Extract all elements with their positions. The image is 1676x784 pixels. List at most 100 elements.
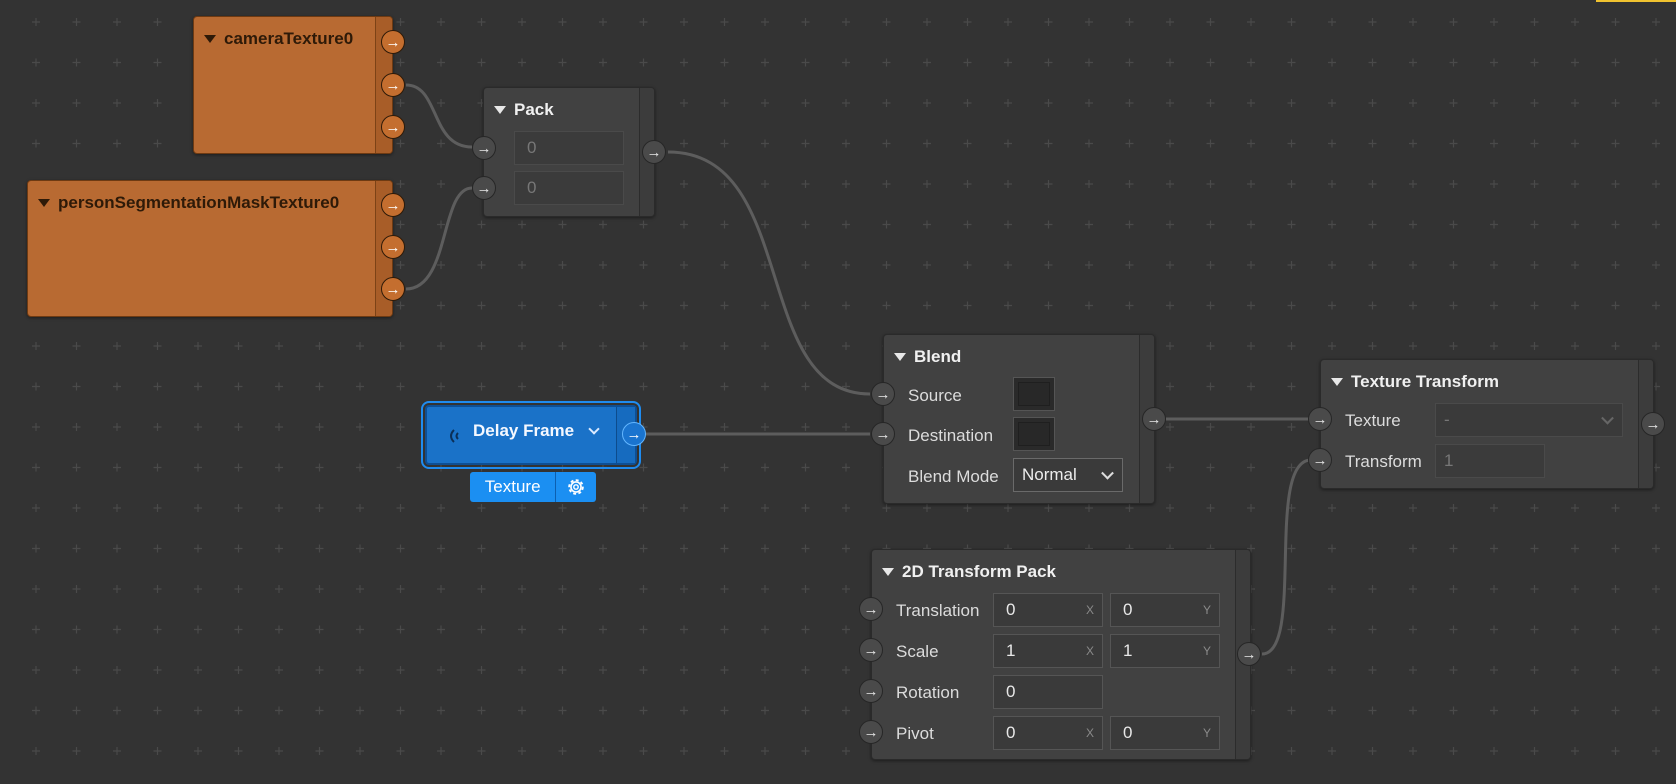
dropdown-value: Normal [1022, 465, 1077, 484]
translation-input-port[interactable]: → [859, 597, 883, 621]
gear-icon[interactable] [556, 472, 596, 502]
node-title: Blend [914, 347, 962, 366]
texture-transform-transform-port[interactable]: → [1308, 448, 1332, 472]
blend-source-port[interactable]: → [871, 382, 895, 406]
node-header[interactable]: Pack [494, 100, 554, 120]
person-segmentation-output-port-3[interactable]: → [381, 277, 405, 301]
blend-mode-dropdown[interactable]: Normal [1013, 458, 1123, 492]
pivot-input-port[interactable]: → [859, 720, 883, 744]
field-value: 1 [1444, 451, 1454, 470]
pivot-label: Pivot [896, 724, 934, 743]
signal-icon [450, 429, 459, 443]
node-header[interactable]: cameraTexture0 [204, 29, 353, 49]
arrow-right-icon: → [385, 76, 401, 94]
camera-texture-output-port-1[interactable]: → [381, 30, 405, 54]
arrow-right-icon: → [385, 238, 401, 256]
arrow-right-icon: → [875, 425, 891, 443]
arrow-right-icon: → [1312, 410, 1328, 428]
axis-y-label: Y [1202, 726, 1211, 740]
node-title: personSegmentationMaskTexture0 [58, 193, 340, 212]
field-value: 0 [1123, 600, 1133, 619]
blend-output-port[interactable]: → [1142, 407, 1166, 431]
collapse-triangle-icon[interactable] [204, 35, 216, 43]
node-title: 2D Transform Pack [902, 562, 1057, 581]
arrow-right-icon: → [1146, 410, 1162, 428]
delay-frame-output-port[interactable]: → [622, 422, 646, 446]
axis-x-label: X [1085, 603, 1094, 617]
pack-input-1[interactable]: 0 [514, 131, 624, 165]
camera-texture-output-port-3[interactable]: → [381, 115, 405, 139]
collapse-triangle-icon[interactable] [38, 199, 50, 207]
corner-accent [1596, 0, 1676, 2]
pack-input-2[interactable]: 0 [514, 171, 624, 205]
field-value: 0 [1006, 600, 1016, 619]
arrow-right-icon: → [863, 600, 879, 618]
source-label: Source [908, 386, 962, 405]
transform-input[interactable]: 1 [1435, 444, 1545, 478]
person-segmentation-output-port-2[interactable]: → [381, 235, 405, 259]
arrow-right-icon: → [385, 196, 401, 214]
node-title: Delay Frame [473, 421, 575, 440]
arrow-right-icon: → [863, 682, 879, 700]
source-color-swatch[interactable] [1013, 377, 1055, 411]
pivot-y-input[interactable]: 0Y [1110, 716, 1220, 750]
pack-output-port[interactable]: → [642, 140, 666, 164]
node-header[interactable]: 2D Transform Pack [882, 562, 1056, 582]
arrow-right-icon: → [863, 723, 879, 741]
scale-label: Scale [896, 642, 939, 661]
destination-label: Destination [908, 426, 994, 445]
node-header[interactable]: Blend [894, 347, 961, 367]
arrow-right-icon: → [476, 179, 492, 197]
rotation-label: Rotation [896, 683, 960, 702]
chevron-down-icon[interactable] [588, 423, 600, 435]
scale-y-input[interactable]: 1Y [1110, 634, 1220, 668]
arrow-right-icon: → [646, 143, 662, 161]
pack-input-port-2[interactable]: → [472, 176, 496, 200]
blend-node[interactable]: Blend Source Destination Blend Mode Norm… [883, 334, 1155, 504]
texture-dropdown[interactable]: - [1435, 403, 1623, 437]
person-segmentation-node[interactable]: personSegmentationMaskTexture0 [27, 180, 393, 317]
arrow-right-icon: → [1312, 451, 1328, 469]
transform-pack-output-port[interactable]: → [1237, 642, 1261, 666]
field-value: 0 [1123, 723, 1133, 742]
scale-x-input[interactable]: 1X [993, 634, 1103, 668]
node-title: Texture Transform [1351, 372, 1500, 391]
translation-x-input[interactable]: 0X [993, 593, 1103, 627]
pack-node[interactable]: Pack 0 0 [483, 87, 655, 217]
texture-transform-output-port[interactable]: → [1641, 412, 1665, 436]
collapse-triangle-icon[interactable] [882, 568, 894, 576]
field-value: 1 [1123, 641, 1133, 660]
texture-transform-node[interactable]: Texture Transform Texture - Transform 1 [1320, 359, 1654, 489]
field-value: 1 [1006, 641, 1016, 660]
node-header[interactable]: personSegmentationMaskTexture0 [38, 193, 339, 213]
texture-badge[interactable]: Texture [470, 472, 596, 502]
arrow-right-icon: → [385, 280, 401, 298]
axis-x-label: X [1085, 644, 1094, 658]
dropdown-value: - [1444, 410, 1450, 429]
pivot-x-input[interactable]: 0X [993, 716, 1103, 750]
node-title: cameraTexture0 [224, 29, 354, 48]
rotation-input-port[interactable]: → [859, 679, 883, 703]
blend-mode-label: Blend Mode [908, 467, 999, 486]
blend-destination-port[interactable]: → [871, 422, 895, 446]
camera-texture-output-port-2[interactable]: → [381, 73, 405, 97]
rotation-input[interactable]: 0 [993, 675, 1103, 709]
collapse-triangle-icon[interactable] [494, 106, 506, 114]
collapse-triangle-icon[interactable] [894, 353, 906, 361]
delay-frame-node[interactable]: Delay Frame [421, 401, 641, 469]
scale-input-port[interactable]: → [859, 638, 883, 662]
node-header[interactable]: Texture Transform [1331, 372, 1499, 392]
pack-input-port-1[interactable]: → [472, 136, 496, 160]
person-segmentation-output-port-1[interactable]: → [381, 193, 405, 217]
destination-color-swatch[interactable] [1013, 417, 1055, 451]
texture-transform-texture-port[interactable]: → [1308, 407, 1332, 431]
field-value: 0 [1006, 723, 1016, 742]
arrow-right-icon: → [385, 33, 401, 51]
texture-badge-label: Texture [470, 472, 557, 502]
texture-label: Texture [1345, 411, 1401, 430]
camera-texture-node[interactable]: cameraTexture0 [193, 16, 393, 154]
collapse-triangle-icon[interactable] [1331, 378, 1343, 386]
chevron-down-icon [1601, 411, 1614, 425]
transform-pack-node[interactable]: 2D Transform Pack Translation 0X 0Y Scal… [871, 549, 1251, 760]
translation-y-input[interactable]: 0Y [1110, 593, 1220, 627]
